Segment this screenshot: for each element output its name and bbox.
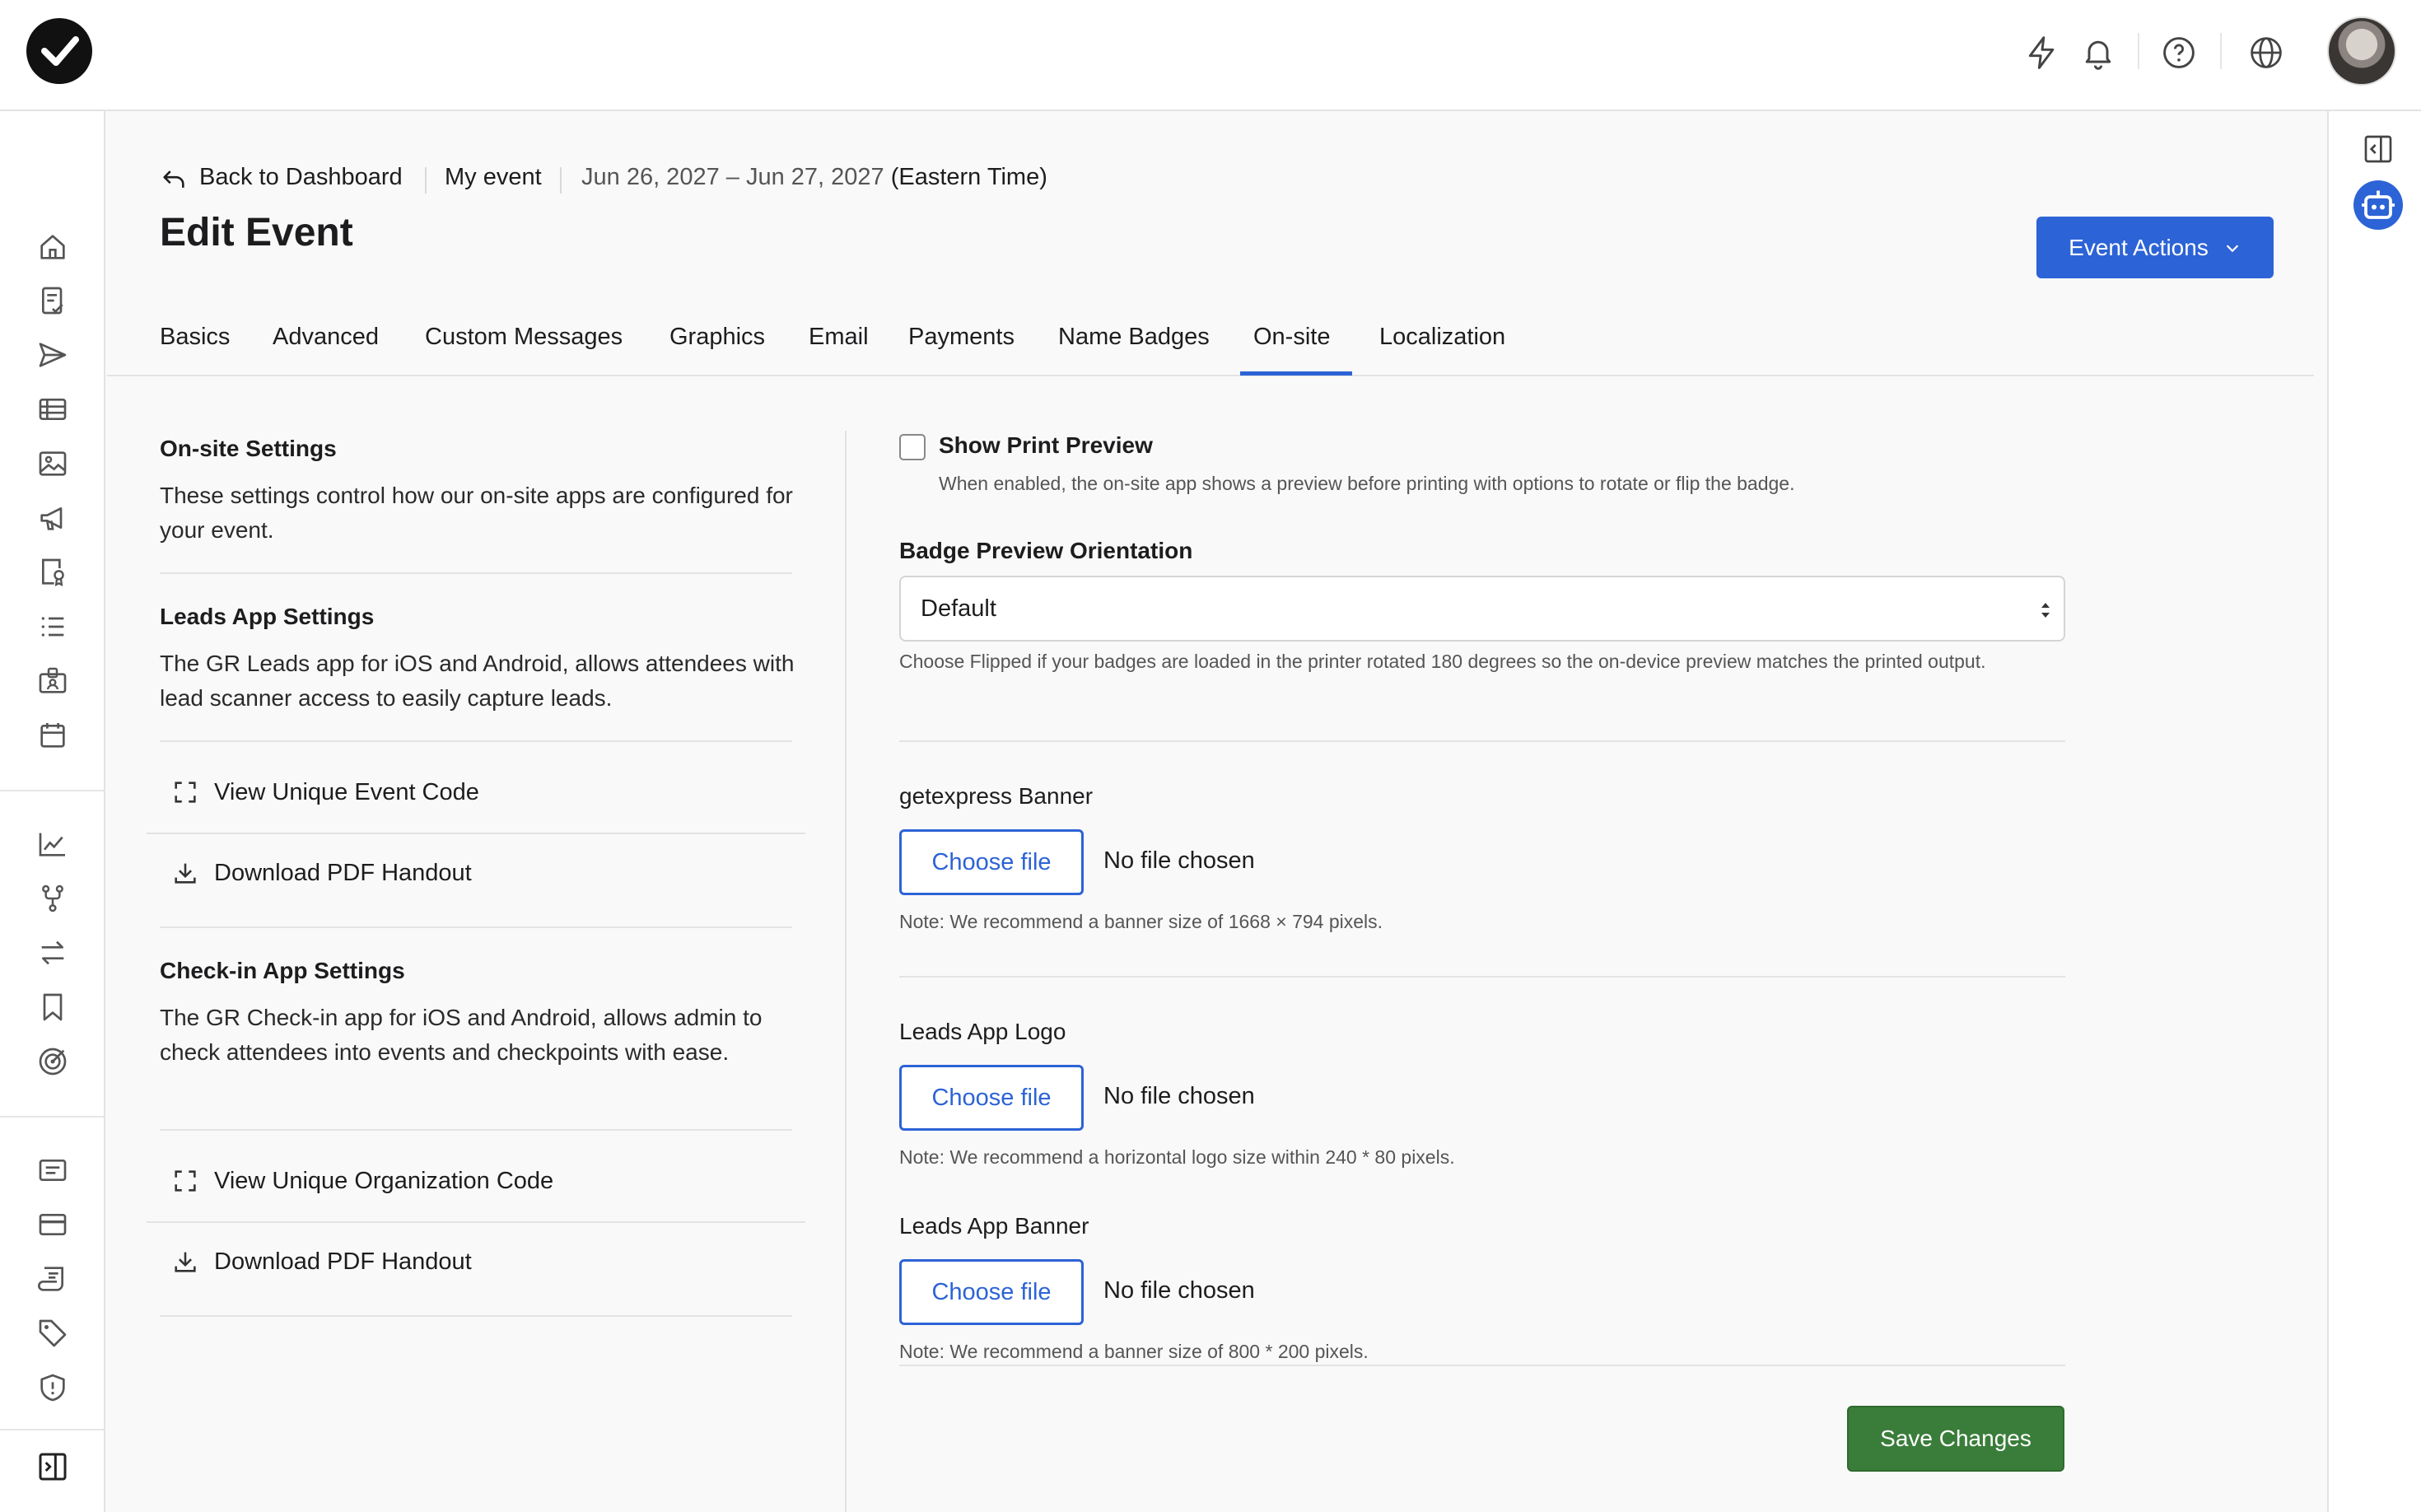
megaphone-icon[interactable]: [36, 502, 69, 534]
show-print-preview-label[interactable]: Show Print Preview: [939, 432, 1153, 459]
orientation-selected-value: Default: [921, 595, 996, 622]
view-unique-organization-code-label: View Unique Organization Code: [214, 1167, 554, 1194]
badge-preview-orientation-label: Badge Preview Orientation: [899, 538, 1193, 563]
send-icon[interactable]: [36, 338, 69, 371]
back-to-dashboard-link[interactable]: Back to Dashboard: [199, 164, 403, 191]
view-unique-event-code-label: View Unique Event Code: [214, 778, 479, 805]
tab-basics[interactable]: Basics: [160, 324, 230, 351]
leads-banner-note: Note: We recommend a banner size of 800 …: [899, 1341, 1369, 1362]
leads-app-banner-label: Leads App Banner: [899, 1213, 1089, 1239]
expand-sidebar-icon[interactable]: [36, 1450, 69, 1483]
print-preview-help: When enabled, the on-site app shows a pr…: [939, 473, 1795, 494]
tab-name-badges[interactable]: Name Badges: [1058, 324, 1210, 351]
left-sidebar: [0, 111, 105, 1512]
leads-app-description: The GR Leads app for iOS and Android, al…: [160, 651, 795, 711]
chevron-down-icon: [2226, 244, 2239, 252]
leads-banner-file-status: No file chosen: [1103, 1277, 1255, 1304]
view-unique-event-code-link[interactable]: View Unique Event Code: [171, 778, 479, 806]
lightning-icon[interactable]: [2024, 35, 2060, 71]
tab-custom-messages[interactable]: Custom Messages: [425, 324, 623, 351]
tab-localization[interactable]: Localization: [1379, 324, 1505, 351]
credit-card-icon[interactable]: [36, 1208, 69, 1241]
checkin-app-description: The GR Check-in app for iOS and Android,…: [160, 1005, 763, 1065]
save-changes-button[interactable]: Save Changes: [1847, 1406, 2064, 1472]
view-unique-organization-code-link[interactable]: View Unique Organization Code: [171, 1167, 553, 1195]
shield-icon[interactable]: [36, 1371, 69, 1404]
orientation-help: Choose Flipped if your badges are loaded…: [899, 651, 1986, 672]
banner-file-status: No file chosen: [1103, 847, 1255, 874]
show-print-preview-checkbox[interactable]: [899, 434, 926, 460]
top-header: [0, 0, 2421, 111]
download-icon: [175, 1252, 196, 1272]
avatar[interactable]: [2327, 16, 2396, 86]
breadcrumb-event-dates: Jun 26, 2027 – Jun 27, 2027 (Eastern Tim…: [581, 164, 1047, 191]
page-title: Edit Event: [160, 211, 353, 254]
main-content: Back to Dashboard My event Jun 26, 2027 …: [107, 113, 2327, 1512]
event-timezone: (Eastern Time): [890, 164, 1047, 190]
onsite-settings-description: These settings control how our on-site a…: [160, 483, 793, 543]
leads-banner-choose-file-button[interactable]: Choose file: [899, 1259, 1084, 1325]
scroll-icon[interactable]: [36, 1262, 69, 1295]
badge-preview-orientation-select[interactable]: Default: [899, 576, 2065, 642]
checkmark-logo-icon: [41, 36, 79, 66]
help-icon[interactable]: [2161, 35, 2197, 71]
onsite-settings-title: On-site Settings: [160, 436, 337, 461]
back-arrow-icon[interactable]: [160, 166, 188, 194]
select-arrows-icon: [2041, 603, 2050, 618]
scan-frame-icon: [175, 782, 196, 803]
download-pdf-handout-leads-link[interactable]: Download PDF Handout: [171, 859, 472, 887]
banner-note: Note: We recommend a banner size of 1668…: [899, 911, 1383, 932]
leads-app-logo-label: Leads App Logo: [899, 1019, 1066, 1044]
globe-icon[interactable]: [2248, 35, 2284, 71]
table-icon[interactable]: [36, 393, 69, 426]
badge-id-icon[interactable]: [36, 665, 69, 698]
target-icon[interactable]: [36, 1045, 69, 1078]
checklist-icon[interactable]: [36, 284, 69, 317]
image-icon[interactable]: [36, 447, 69, 480]
leads-app-settings-title: Leads App Settings: [160, 604, 375, 629]
certificate-icon[interactable]: [36, 556, 69, 589]
download-pdf-handout-label: Download PDF Handout: [214, 859, 472, 886]
tab-payments[interactable]: Payments: [908, 324, 1015, 351]
assistant-bot-icon[interactable]: [2353, 180, 2403, 230]
banner-choose-file-button[interactable]: Choose file: [899, 829, 1084, 895]
tab-email[interactable]: Email: [809, 324, 869, 351]
calendar-icon[interactable]: [36, 719, 69, 752]
event-actions-button[interactable]: Event Actions: [2036, 217, 2274, 278]
logo-choose-file-button[interactable]: Choose file: [899, 1065, 1084, 1131]
branch-icon[interactable]: [36, 882, 69, 915]
column-divider: [845, 431, 847, 1512]
tag-icon[interactable]: [36, 1317, 69, 1350]
tab-graphics[interactable]: Graphics: [669, 324, 765, 351]
bookmark-icon[interactable]: [36, 991, 69, 1024]
home-icon[interactable]: [36, 231, 69, 264]
getexpress-banner-label: getexpress Banner: [899, 783, 1094, 809]
download-pdf-handout-checkin-link[interactable]: Download PDF Handout: [171, 1248, 472, 1276]
tab-on-site[interactable]: On-site: [1253, 324, 1330, 351]
download-icon: [175, 863, 196, 884]
checkin-app-settings-title: Check-in App Settings: [160, 958, 405, 983]
bell-icon[interactable]: [2080, 35, 2116, 71]
event-dates: Jun 26, 2027 – Jun 27, 2027: [581, 164, 884, 190]
download-pdf-handout-label: Download PDF Handout: [214, 1248, 472, 1275]
list-icon[interactable]: [36, 610, 69, 643]
logo-note: Note: We recommend a horizontal logo siz…: [899, 1146, 1455, 1168]
logo-file-status: No file chosen: [1103, 1083, 1255, 1109]
event-actions-label: Event Actions: [2069, 234, 2209, 260]
swap-icon[interactable]: [36, 936, 69, 969]
scan-frame-icon: [175, 1170, 196, 1192]
tabs-divider: [107, 375, 2314, 376]
breadcrumb-event-name[interactable]: My event: [445, 164, 542, 191]
app-logo[interactable]: [26, 18, 92, 84]
right-rail: [2327, 111, 2421, 1512]
collapse-panel-icon[interactable]: [2362, 133, 2395, 166]
active-tab-indicator: [1240, 371, 1352, 376]
analytics-icon[interactable]: [36, 828, 69, 861]
message-icon[interactable]: [36, 1154, 69, 1187]
tab-advanced[interactable]: Advanced: [273, 324, 379, 351]
